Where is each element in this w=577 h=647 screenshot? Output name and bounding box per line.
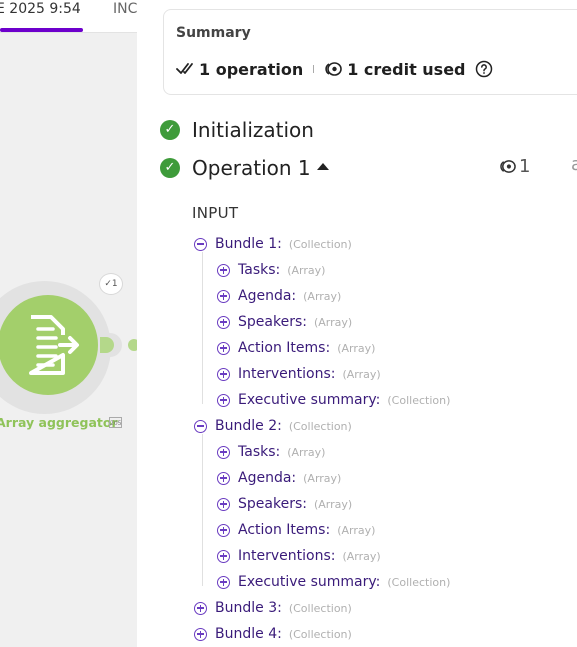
operation-credits-count: 1 [519, 156, 531, 177]
initialization-row[interactable]: ✓ Initialization [160, 118, 314, 142]
success-check-icon: ✓ [160, 120, 180, 140]
success-check-icon: ✓ [160, 158, 180, 178]
summary-divider [313, 65, 315, 73]
expand-icon[interactable] [217, 523, 230, 537]
expand-icon[interactable] [217, 367, 230, 381]
field-type: (Array) [313, 497, 353, 511]
bundle-type: (Collection) [288, 419, 352, 433]
bundle-name: Bundle 2: [215, 418, 282, 434]
expand-icon[interactable] [217, 445, 230, 459]
field-type: (Array) [287, 263, 326, 277]
bundle-row[interactable]: Bundle 4: (Collection) [194, 624, 352, 644]
initialization-label: Initialization [192, 118, 314, 142]
field-type: (Array) [337, 341, 376, 355]
operation-extra-text: a [571, 154, 577, 175]
tab-execution-date[interactable]: E 2025 9:54 [0, 1, 81, 17]
field-row[interactable]: Interventions: (Array) [217, 546, 381, 566]
field-row[interactable]: Speakers: (Array) [217, 312, 352, 332]
expand-icon[interactable] [217, 497, 230, 511]
summary-card: Summary 1 operation 1 credit used [163, 9, 577, 95]
expand-icon[interactable] [217, 341, 230, 355]
field-row[interactable]: Tasks: (Array) [217, 260, 325, 280]
module-id-badge: 205 [109, 417, 122, 428]
field-name: Action Items: [238, 340, 331, 356]
operations-count: 1 operation [199, 59, 304, 79]
field-name: Agenda: [238, 288, 297, 304]
credits-icon [500, 160, 516, 173]
expand-icon[interactable] [194, 627, 207, 641]
credits-used: 1 credit used [347, 59, 466, 79]
operation-label: Operation 1 [192, 156, 311, 180]
expand-icon[interactable] [217, 263, 230, 277]
field-name: Tasks: [238, 444, 281, 460]
tab-incomplete[interactable]: INC [113, 1, 137, 17]
expand-icon[interactable] [217, 471, 230, 485]
expand-icon[interactable] [217, 549, 230, 563]
expand-icon[interactable] [194, 601, 207, 615]
field-row[interactable]: Speakers: (Array) [217, 494, 352, 514]
field-type: (Array) [303, 471, 342, 485]
field-row[interactable]: Agenda: (Array) [217, 468, 341, 488]
bundle-name: Bundle 3: [215, 600, 282, 616]
summary-stats: 1 operation 1 credit used [176, 58, 493, 80]
field-row[interactable]: Action Items: (Array) [217, 520, 375, 540]
field-type: (Array) [287, 445, 326, 459]
operations-badge[interactable]: ✓1 [99, 273, 123, 295]
field-name: Agenda: [238, 470, 297, 486]
field-row[interactable]: Action Items: (Array) [217, 338, 375, 358]
field-type: (Array) [342, 367, 381, 381]
expand-icon[interactable] [217, 289, 230, 303]
field-row[interactable]: Tasks: (Array) [217, 442, 325, 462]
field-name: Speakers: [238, 314, 307, 330]
expand-icon[interactable] [217, 575, 230, 589]
bundle-row[interactable]: Bundle 1: (Collection) [194, 234, 352, 254]
expand-icon[interactable] [217, 393, 230, 407]
bundle-type: (Collection) [288, 237, 352, 251]
input-section-label: INPUT [192, 204, 239, 222]
connector-dot[interactable] [128, 339, 137, 351]
field-name: Action Items: [238, 522, 331, 538]
caret-up-icon[interactable] [316, 162, 329, 170]
field-type: (Array) [342, 549, 381, 563]
field-type: (Array) [303, 289, 342, 303]
field-type: (Array) [313, 315, 353, 329]
execution-inspector-panel: Summary 1 operation 1 credit used ✓ Init… [137, 0, 577, 647]
expand-icon[interactable] [217, 315, 230, 329]
help-icon[interactable] [475, 60, 493, 78]
field-name: Interventions: [238, 548, 336, 564]
field-row[interactable]: Executive summary: (Collection) [217, 390, 450, 410]
tree-guide-line [202, 252, 203, 404]
tree-guide-line [202, 434, 203, 586]
array-aggregator-icon [29, 315, 79, 375]
operation-row[interactable]: ✓ Operation 1 [160, 156, 329, 180]
node-label: Array aggregator [0, 415, 118, 430]
bundle-type: (Collection) [288, 601, 352, 615]
operation-credits: 1 [499, 156, 530, 177]
execution-tabs: E 2025 9:54 INC [0, 0, 137, 33]
summary-title: Summary [176, 25, 251, 41]
bundle-row[interactable]: Bundle 2: (Collection) [194, 416, 352, 436]
bundle-name: Bundle 1: [215, 236, 282, 252]
bundle-row[interactable]: Bundle 3: (Collection) [194, 598, 352, 618]
active-tab-indicator [0, 28, 83, 32]
bundle-name: Bundle 4: [215, 626, 282, 642]
field-name: Tasks: [238, 262, 281, 278]
field-row[interactable]: Executive summary: (Collection) [217, 572, 450, 592]
double-check-icon [176, 63, 193, 74]
field-name: Executive summary: [238, 574, 381, 590]
credits-icon [325, 62, 343, 76]
field-row[interactable]: Interventions: (Array) [217, 364, 381, 384]
collapse-icon[interactable] [194, 419, 207, 433]
field-type: (Collection) [387, 575, 451, 589]
scenario-canvas[interactable]: E 2025 9:54 INC ✓1 Array aggregator 205 [0, 0, 137, 647]
field-type: (Array) [337, 523, 376, 537]
field-name: Executive summary: [238, 392, 381, 408]
collapse-icon[interactable] [194, 237, 207, 251]
field-name: Interventions: [238, 366, 336, 382]
field-row[interactable]: Agenda: (Array) [217, 286, 341, 306]
bundle-type: (Collection) [288, 627, 352, 641]
field-type: (Collection) [387, 393, 451, 407]
field-name: Speakers: [238, 496, 307, 512]
